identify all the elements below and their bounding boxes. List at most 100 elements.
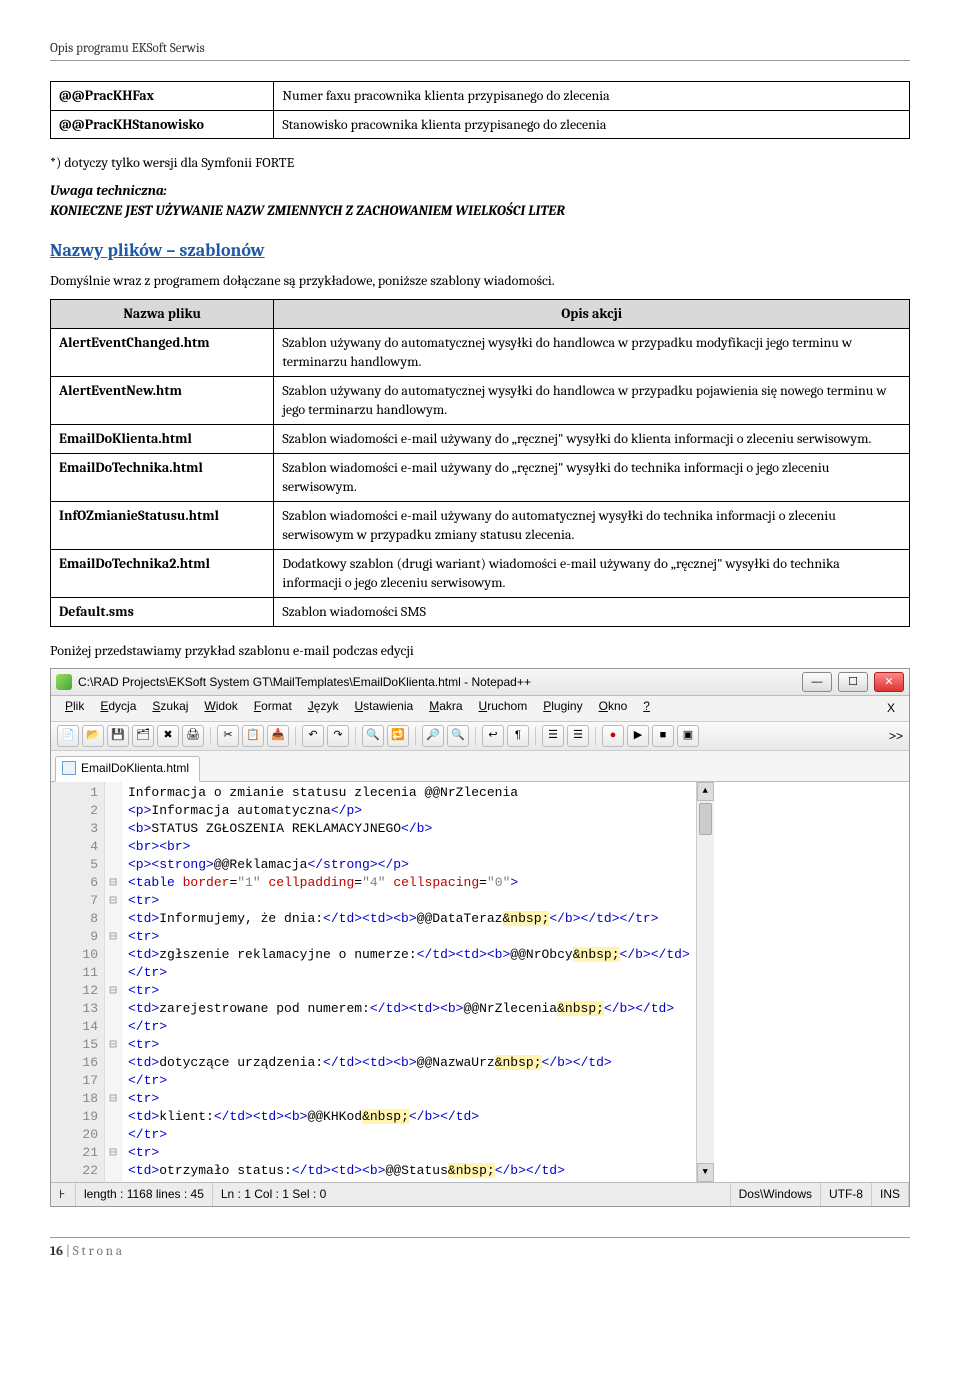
variables-table: @@PracKHFaxNumer faxu pracownika klienta… bbox=[50, 81, 910, 139]
status-eol: Dos\Windows bbox=[731, 1183, 821, 1206]
copy-icon[interactable]: 📋 bbox=[242, 725, 264, 747]
menu-pluginy[interactable]: Pluginy bbox=[535, 697, 590, 715]
tab-label: EmailDoKlienta.html bbox=[81, 760, 189, 777]
save-icon[interactable]: 💾 bbox=[107, 725, 129, 747]
table-row: EmailDoTechnika.htmlSzablon wiadomości e… bbox=[51, 453, 910, 501]
cell-val: Szablon wiadomości SMS bbox=[274, 598, 910, 627]
cell-key: EmailDoTechnika.html bbox=[51, 453, 274, 501]
menu-plik[interactable]: Plik bbox=[57, 697, 92, 715]
status-position: Ln : 1 Col : 1 Sel : 0 bbox=[213, 1183, 731, 1206]
vertical-scrollbar[interactable]: ▲ ▼ bbox=[696, 782, 714, 1182]
cell-val: Stanowisko pracownika klienta przypisane… bbox=[274, 110, 910, 139]
titlebar: C:\RAD Projects\EKSoft System GT\MailTem… bbox=[51, 669, 909, 696]
undo-icon[interactable]: ↶ bbox=[302, 725, 324, 747]
scroll-down-icon[interactable]: ▼ bbox=[697, 1163, 714, 1182]
file-icon bbox=[62, 761, 76, 775]
outdent-icon[interactable]: ☰ bbox=[567, 725, 589, 747]
new-file-icon[interactable]: 📄 bbox=[57, 725, 79, 747]
macro-icon[interactable]: ▣ bbox=[677, 725, 699, 747]
footnote: *) dotyczy tylko wersji dla Symfonii FOR… bbox=[50, 153, 910, 173]
menu-makra[interactable]: Makra bbox=[421, 697, 470, 715]
page-number: 16 bbox=[50, 1244, 63, 1259]
col-name: Nazwa pliku bbox=[51, 299, 274, 328]
code-editor[interactable]: 12345678910111213141516171819202122 ⊟⊟⊟⊟… bbox=[51, 782, 909, 1182]
code-body[interactable]: Informacja o zmianie statusu zlecenia @@… bbox=[122, 782, 696, 1182]
menu-język[interactable]: Język bbox=[300, 697, 347, 715]
menu-ustawienia[interactable]: Ustawienia bbox=[346, 697, 421, 715]
notepad-window: C:\RAD Projects\EKSoft System GT\MailTem… bbox=[50, 668, 910, 1206]
replace-icon[interactable]: 🔁 bbox=[387, 725, 409, 747]
cell-val: Numer faxu pracownika klienta przypisane… bbox=[274, 82, 910, 111]
templates-table: Nazwa pliku Opis akcji AlertEventChanged… bbox=[50, 299, 910, 627]
menu-uruchom[interactable]: Uruchom bbox=[471, 697, 536, 715]
menu-widok[interactable]: Widok bbox=[196, 697, 245, 715]
doc-close-button[interactable]: X bbox=[879, 698, 903, 719]
menubar: PlikEdycjaSzukajWidokFormatJęzykUstawien… bbox=[51, 696, 909, 722]
wrap-icon[interactable]: ↩ bbox=[482, 725, 504, 747]
table-row: @@PracKHFaxNumer faxu pracownika klienta… bbox=[51, 82, 910, 111]
cell-val: Szablon wiadomości e-mail używany do aut… bbox=[274, 501, 910, 549]
col-desc: Opis akcji bbox=[274, 299, 910, 328]
play-icon[interactable]: ▶ bbox=[627, 725, 649, 747]
active-tab[interactable]: EmailDoKlienta.html bbox=[55, 756, 200, 782]
cell-key: AlertEventNew.htm bbox=[51, 376, 274, 424]
menu-szukaj[interactable]: Szukaj bbox=[144, 697, 196, 715]
cell-val: Szablon wiadomości e-mail używany do „rę… bbox=[274, 424, 910, 453]
cell-key: @@PracKHFax bbox=[51, 82, 274, 111]
paste-icon[interactable]: 📥 bbox=[267, 725, 289, 747]
tab-strip: EmailDoKlienta.html bbox=[51, 751, 909, 782]
close-button[interactable]: ✕ bbox=[874, 672, 904, 692]
section-intro: Domyślnie wraz z programem dołączane są … bbox=[50, 271, 910, 291]
toolbar-overflow-icon[interactable]: >> bbox=[889, 728, 903, 745]
statusbar: ⊦ length : 1168 lines : 45 Ln : 1 Col : … bbox=[51, 1182, 909, 1206]
save-all-icon[interactable]: 🗂 bbox=[132, 725, 154, 747]
stop-icon[interactable]: ■ bbox=[652, 725, 674, 747]
tech-warning: Uwaga techniczna: KONIECZNE JEST UŻYWANI… bbox=[50, 181, 910, 220]
cell-key: Default.sms bbox=[51, 598, 274, 627]
status-mode: INS bbox=[872, 1183, 909, 1206]
cell-val: Szablon używany do automatycznej wysyłki… bbox=[274, 376, 910, 424]
minimize-button[interactable]: — bbox=[802, 672, 832, 692]
show-chars-icon[interactable]: ¶ bbox=[507, 725, 529, 747]
table-row: @@PracKHStanowiskoStanowisko pracownika … bbox=[51, 110, 910, 139]
cell-key: EmailDoKlienta.html bbox=[51, 424, 274, 453]
scroll-up-icon[interactable]: ▲ bbox=[697, 782, 714, 801]
print-icon[interactable]: 🖨 bbox=[182, 725, 204, 747]
maximize-button[interactable]: ☐ bbox=[838, 672, 868, 692]
cell-key: @@PracKHStanowisko bbox=[51, 110, 274, 139]
table-row: AlertEventNew.htmSzablon używany do auto… bbox=[51, 376, 910, 424]
cut-icon[interactable]: ✂ bbox=[217, 725, 239, 747]
cell-key: EmailDoTechnika2.html bbox=[51, 549, 274, 597]
indent-icon[interactable]: ☰ bbox=[542, 725, 564, 747]
redo-icon[interactable]: ↷ bbox=[327, 725, 349, 747]
doc-header: Opis programu EKSoft Serwis bbox=[50, 40, 910, 61]
toolbar: 📄 📂 💾 🗂 ✖ 🖨 ✂ 📋 📥 ↶ ↷ 🔍 🔁 🔎 🔍 ↩ ¶ ☰ ☰ ● … bbox=[51, 722, 909, 751]
app-icon bbox=[56, 674, 72, 690]
table-row: Default.smsSzablon wiadomości SMS bbox=[51, 598, 910, 627]
zoom-in-icon[interactable]: 🔎 bbox=[422, 725, 444, 747]
zoom-out-icon[interactable]: 🔍 bbox=[447, 725, 469, 747]
cell-val: Dodatkowy szablon (drugi wariant) wiadom… bbox=[274, 549, 910, 597]
cell-key: AlertEventChanged.htm bbox=[51, 328, 274, 376]
find-icon[interactable]: 🔍 bbox=[362, 725, 384, 747]
tech-warning-text: KONIECZNE JEST UŻYWANIE NAZW ZMIENNYCH Z… bbox=[50, 202, 565, 219]
open-file-icon[interactable]: 📂 bbox=[82, 725, 104, 747]
menu-okno[interactable]: Okno bbox=[591, 697, 636, 715]
table-row: EmailDoTechnika2.htmlDodatkowy szablon (… bbox=[51, 549, 910, 597]
figure-caption: Poniżej przedstawiamy przykład szablonu … bbox=[50, 641, 910, 661]
cell-key: InfOZmianieStatusu.html bbox=[51, 501, 274, 549]
page-footer: 16 | S t r o n a bbox=[50, 1237, 910, 1261]
status-encoding: UTF-8 bbox=[821, 1183, 872, 1206]
close-file-icon[interactable]: ✖ bbox=[157, 725, 179, 747]
fold-column[interactable]: ⊟⊟⊟⊟⊟⊟⊟ bbox=[105, 782, 122, 1182]
table-row: AlertEventChanged.htmSzablon używany do … bbox=[51, 328, 910, 376]
menu-edycja[interactable]: Edycja bbox=[92, 697, 144, 715]
record-icon[interactable]: ● bbox=[602, 725, 624, 747]
cell-val: Szablon używany do automatycznej wysyłki… bbox=[274, 328, 910, 376]
table-row: InfOZmianieStatusu.htmlSzablon wiadomośc… bbox=[51, 501, 910, 549]
menu-format[interactable]: Format bbox=[246, 697, 300, 715]
menu-?[interactable]: ? bbox=[635, 697, 658, 715]
line-gutter: 12345678910111213141516171819202122 bbox=[51, 782, 105, 1182]
scroll-thumb[interactable] bbox=[699, 803, 712, 835]
section-heading: Nazwy plików – szablonów bbox=[50, 238, 910, 263]
